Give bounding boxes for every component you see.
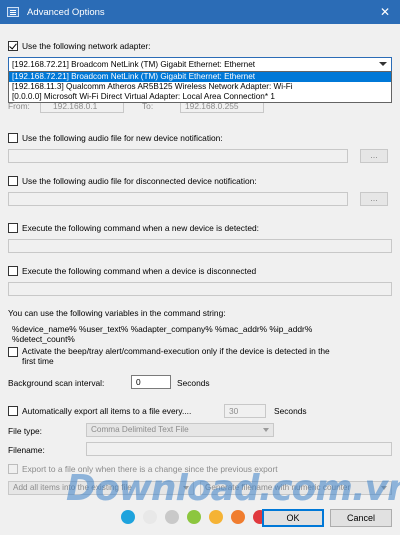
color-dot [165,510,179,524]
filename-label: Filename: [8,445,45,455]
export-only-change-checkbox[interactable] [8,464,18,474]
command-disconnected-label: Execute the following command when a dev… [22,266,257,276]
chevron-down-icon [263,428,269,432]
audio-new-browse-button[interactable]: ... [360,149,388,163]
export-naming-select[interactable]: Generate filename with numeric counter [200,481,392,495]
color-dot [121,510,135,524]
chevron-down-icon [381,486,387,490]
window-title: Advanced Options [27,6,105,18]
network-adapter-dropdown: [192.168.72.21] Broadcom NetLink (TM) Gi… [8,71,392,103]
variables-intro: You can use the following variables in t… [8,308,226,318]
network-adapter-selected: [192.168.72.21] Broadcom NetLink (TM) Gi… [12,60,256,69]
beep-first-time-label-line-2: first time [22,356,54,366]
audio-disconnected-file-field[interactable] [8,192,348,206]
command-disconnected-field[interactable] [8,282,392,296]
auto-export-label: Automatically export all items to a file… [22,406,192,416]
audio-new-label: Use the following audio file for new dev… [22,133,223,143]
scan-interval-label: Background scan interval: [8,378,105,388]
file-type-value: Comma Delimited Text File [91,425,189,434]
color-dot [231,510,245,524]
command-disconnected-checkbox[interactable] [8,266,18,276]
adapter-option[interactable]: [192.168.72.21] Broadcom NetLink (TM) Gi… [9,72,391,82]
auto-export-interval-field[interactable]: 30 [224,404,266,418]
chevron-down-icon[interactable] [379,62,387,66]
app-icon [7,7,19,17]
auto-export-unit: Seconds [274,406,307,416]
export-mode-value: Add all items into the existing file [13,483,132,492]
file-type-label: File type: [8,426,42,436]
command-new-field[interactable] [8,239,392,253]
variables-line-1: %device_name% %user_text% %adapter_compa… [12,324,313,334]
scan-interval-unit: Seconds [177,378,210,388]
scan-interval-value: 0 [136,377,141,387]
network-adapter-checkbox[interactable] [8,41,18,51]
variables-line-2: %detect_count% [12,334,75,344]
close-icon[interactable]: ✕ [380,5,390,19]
audio-disconnected-browse-button[interactable]: ... [360,192,388,206]
audio-new-checkbox[interactable] [8,133,18,143]
command-new-checkbox[interactable] [8,223,18,233]
file-type-select[interactable]: Comma Delimited Text File [86,423,274,437]
export-naming-value: Generate filename with numeric counter [205,483,351,492]
command-new-label: Execute the following command when a new… [22,223,259,233]
export-only-change-label: Export to a file only when there is a ch… [22,464,278,474]
network-adapter-select[interactable]: [192.168.72.21] Broadcom NetLink (TM) Gi… [8,57,392,72]
title-bar: Advanced Options ✕ [0,0,400,24]
filename-field[interactable] [86,442,392,456]
scan-interval-input[interactable]: 0 [131,375,171,389]
ok-button[interactable]: OK [262,509,324,527]
color-dot [143,510,157,524]
adapter-option[interactable]: [192.168.11.3] Qualcomm Atheros AR5B125 … [9,82,391,92]
beep-first-time-label-line-1: Activate the beep/tray alert/command-exe… [22,346,330,356]
beep-first-time-checkbox[interactable] [8,347,18,357]
network-adapter-label: Use the following network adapter: [22,41,151,51]
auto-export-interval-value: 30 [229,406,239,416]
export-mode-select[interactable]: Add all items into the existing file [8,481,194,495]
chevron-down-icon [183,486,189,490]
color-dot [187,510,201,524]
auto-export-checkbox[interactable] [8,406,18,416]
audio-new-file-field[interactable] [8,149,348,163]
adapter-option[interactable]: [0.0.0.0] Microsoft Wi-Fi Direct Virtual… [9,92,391,102]
cancel-button[interactable]: Cancel [330,509,392,527]
color-dot [209,510,223,524]
audio-disconnected-label: Use the following audio file for disconn… [22,176,257,186]
audio-disconnected-checkbox[interactable] [8,176,18,186]
